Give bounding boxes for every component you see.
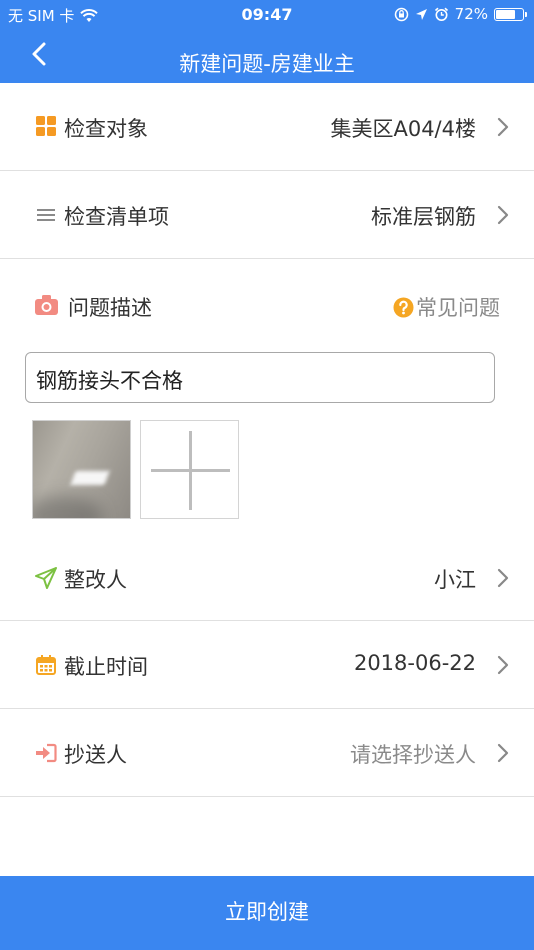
- status-bar: 无 SIM 卡 09:47 72%: [0, 0, 534, 28]
- deadline-row[interactable]: 截止时间 2018-06-22: [0, 621, 534, 709]
- plus-icon-vertical: [189, 431, 192, 510]
- cc-row[interactable]: 抄送人 请选择抄送人: [0, 709, 534, 797]
- problem-description-label: 问题描述: [68, 296, 152, 320]
- battery-level: [496, 9, 515, 19]
- list-icon: [37, 209, 55, 221]
- problem-description-input[interactable]: 钢筋接头不合格: [25, 352, 495, 403]
- rotation-lock-icon: [394, 7, 408, 21]
- checklist-item-value: 标准层钢筋: [371, 205, 476, 229]
- location-arrow-icon: [415, 8, 427, 20]
- page-title: 新建问题-房建业主: [179, 52, 355, 76]
- common-issues-link[interactable]: 常见问题: [393, 292, 500, 322]
- battery-percent: 72%: [454, 5, 488, 23]
- deadline-value: 2018-06-22: [353, 651, 476, 675]
- rectifier-label: 整改人: [64, 568, 127, 592]
- battery-icon: [494, 7, 527, 21]
- chevron-right-icon: [497, 117, 509, 137]
- checklist-item-row[interactable]: 检查清单项 标准层钢筋: [0, 171, 534, 259]
- chevron-right-icon: [497, 655, 509, 675]
- add-photo-button[interactable]: [140, 420, 239, 519]
- calendar-icon: [36, 655, 56, 675]
- inspection-target-row[interactable]: 检查对象 集美区A04/4楼: [0, 83, 534, 171]
- nav-bar: 新建问题-房建业主: [0, 28, 534, 83]
- inspection-target-label: 检查对象: [64, 117, 148, 141]
- attached-photo[interactable]: [32, 420, 131, 519]
- photo-shadow: [33, 496, 103, 518]
- create-button[interactable]: 立即创建: [0, 876, 534, 950]
- status-right: 72%: [394, 5, 527, 23]
- camera-icon: [35, 295, 58, 315]
- help-icon: [393, 297, 414, 317]
- common-issues-label: 常见问题: [416, 296, 500, 320]
- send-icon: [35, 567, 57, 589]
- cc-placeholder: 请选择抄送人: [350, 743, 476, 767]
- grid-icon: [36, 116, 56, 136]
- cc-label: 抄送人: [64, 743, 127, 767]
- inspection-target-value: 集美区A04/4楼: [330, 117, 476, 141]
- photo-glare: [70, 471, 110, 485]
- rectifier-row[interactable]: 整改人 小江: [0, 534, 534, 621]
- sign-in-icon: [36, 743, 57, 763]
- deadline-label: 截止时间: [64, 655, 148, 679]
- chevron-right-icon: [497, 568, 509, 588]
- alarm-icon: [434, 7, 448, 21]
- rectifier-value: 小江: [434, 568, 476, 592]
- chevron-right-icon: [497, 205, 509, 225]
- checklist-item-label: 检查清单项: [64, 205, 169, 229]
- chevron-right-icon: [497, 743, 509, 763]
- app-header: 无 SIM 卡 09:47 72% 新建问题-房建业主: [0, 0, 534, 83]
